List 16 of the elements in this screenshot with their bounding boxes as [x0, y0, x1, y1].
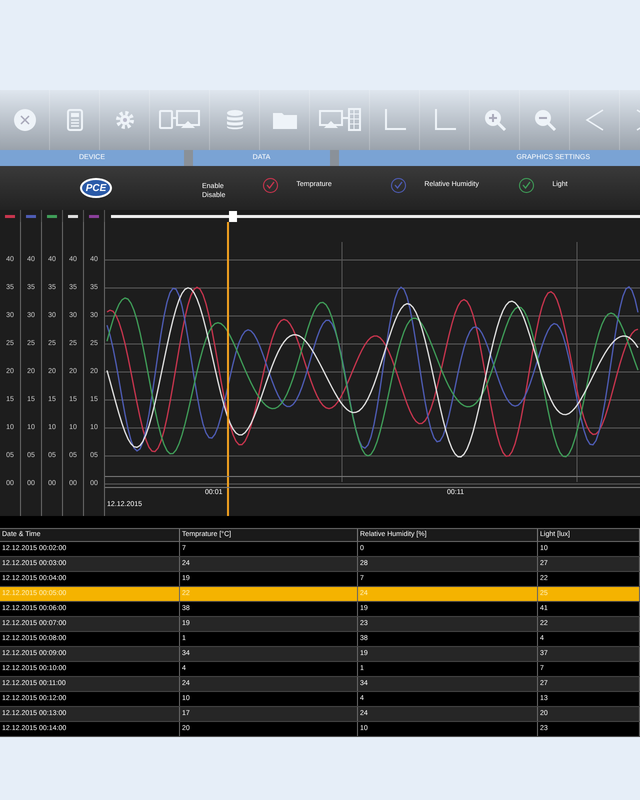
- time-scrollbar[interactable]: [105, 476, 640, 488]
- screen-to-table-icon[interactable]: [318, 108, 360, 132]
- slider-thumb[interactable]: [228, 210, 237, 222]
- zoom-out-icon[interactable]: [532, 108, 556, 132]
- corner-icon[interactable]: [432, 108, 456, 132]
- checkmark-icon: [522, 181, 532, 189]
- checkmark-icon: [394, 181, 404, 189]
- close-icon[interactable]: [12, 108, 36, 132]
- device-to-screen-icon[interactable]: [158, 108, 200, 132]
- series-toggle[interactable]: [263, 178, 278, 192]
- logo: PCE: [80, 178, 112, 198]
- checkmark-icon: [266, 181, 276, 189]
- series-toggle[interactable]: [519, 178, 534, 192]
- corner-icon[interactable]: [382, 108, 406, 132]
- series-toggle[interactable]: [391, 178, 406, 192]
- zoom-in-icon[interactable]: [482, 108, 506, 132]
